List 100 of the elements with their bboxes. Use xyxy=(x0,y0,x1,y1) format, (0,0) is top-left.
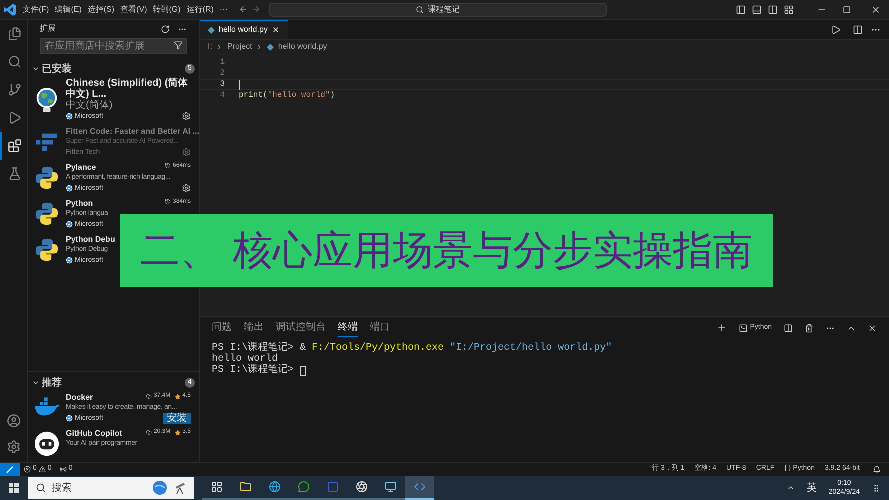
warning-icon xyxy=(38,466,46,473)
python-file-icon xyxy=(208,26,215,34)
close-icon[interactable] xyxy=(871,4,881,14)
sidebar-toggle-icon[interactable] xyxy=(736,4,746,14)
title-banner: 二、 核心应用场景与分步实操指南 xyxy=(120,214,773,287)
split-terminal-icon[interactable] xyxy=(784,324,793,332)
split-editor-icon[interactable] xyxy=(853,24,863,34)
text-cursor xyxy=(239,80,240,90)
play-icon xyxy=(8,111,22,125)
layout-icon[interactable] xyxy=(784,4,794,14)
remote-icon xyxy=(6,466,14,474)
panel-tab[interactable]: 端口 xyxy=(370,319,390,337)
close-icon[interactable] xyxy=(868,324,877,332)
menu-item[interactable]: 转到(G) xyxy=(150,4,184,16)
line-number: 3 xyxy=(219,78,225,90)
menu-item[interactable]: 选择(S) xyxy=(84,4,118,16)
panel-tab[interactable]: 终端 xyxy=(338,319,358,337)
branch-icon xyxy=(8,83,22,97)
notifications-icon[interactable] xyxy=(873,466,881,474)
refresh-icon[interactable] xyxy=(161,24,170,34)
menu-item[interactable]: 查看(V) xyxy=(118,4,150,16)
cloud-download-icon xyxy=(146,430,152,436)
python-icon xyxy=(35,166,59,190)
ime-indicator[interactable]: 英 xyxy=(806,480,817,496)
files-icon xyxy=(8,27,22,41)
app-icon xyxy=(326,481,338,493)
panel-tab[interactable]: 调试控制台 xyxy=(276,319,326,337)
line-number: 1 xyxy=(219,56,225,68)
folder-icon xyxy=(240,481,252,493)
notification-center-icon[interactable] xyxy=(872,484,881,492)
back-icon[interactable] xyxy=(238,5,248,14)
breadcrumb[interactable]: I: xyxy=(208,41,212,53)
extension-name[interactable]: Docker xyxy=(66,392,94,403)
install-button[interactable]: 安装 xyxy=(163,413,191,424)
extension-name[interactable]: Python xyxy=(66,198,94,209)
start-icon[interactable] xyxy=(9,483,19,493)
tray-expand-icon[interactable] xyxy=(786,484,795,492)
ports-icon xyxy=(60,466,67,473)
editor-logo-icon xyxy=(4,4,16,16)
section-title[interactable]: 已安装 xyxy=(42,64,185,74)
code-editor-icon xyxy=(414,481,426,493)
maximize-icon[interactable] xyxy=(843,6,851,14)
chevron-icon[interactable] xyxy=(32,379,40,387)
breadcrumb[interactable]: Project xyxy=(227,41,252,53)
globe-icon xyxy=(152,480,168,496)
section-title[interactable]: 推荐 xyxy=(42,378,185,388)
search-icon xyxy=(416,6,424,14)
chevron-icon[interactable] xyxy=(32,65,40,73)
menu-item[interactable]: 编辑(E) xyxy=(52,4,85,16)
telescope-icon xyxy=(174,481,186,495)
trash-icon[interactable] xyxy=(805,324,814,332)
sidebar-title: 扩展 xyxy=(40,23,57,35)
extension-name[interactable]: GitHub Copilot xyxy=(66,428,122,439)
remote-button[interactable] xyxy=(0,463,20,476)
menu-item[interactable]: 文件(F) xyxy=(20,4,52,16)
search-field[interactable]: 在应用商店中搜索扩展 xyxy=(40,38,187,54)
line-number: 4 xyxy=(219,90,225,102)
panel-tab[interactable]: 问题 xyxy=(212,319,232,337)
history-icon xyxy=(164,199,171,205)
editor-tab[interactable]: hello world.py xyxy=(200,20,288,39)
star-icon xyxy=(174,394,181,400)
panel-tab[interactable]: 输出 xyxy=(244,319,264,337)
taskbar-search-field[interactable]: 搜索 xyxy=(28,477,194,499)
settings-icon[interactable] xyxy=(182,184,191,193)
extension-name[interactable]: Pylance xyxy=(66,162,96,173)
search-icon xyxy=(36,483,46,493)
taskbar-app[interactable] xyxy=(405,476,434,500)
close-icon[interactable] xyxy=(272,26,280,34)
extensions-icon xyxy=(8,139,22,153)
star-icon xyxy=(174,430,181,436)
chevron-icon xyxy=(216,44,224,50)
terminal-line: PS I:\课程笔记> xyxy=(212,365,296,376)
history-icon xyxy=(164,163,171,169)
monitor-icon xyxy=(384,481,396,493)
search-icon xyxy=(8,55,22,69)
flask-icon xyxy=(8,167,22,181)
menu-item[interactable]: ··· xyxy=(216,4,231,16)
menu-item[interactable]: 运行(R) xyxy=(184,4,217,16)
task-view-icon xyxy=(210,481,222,493)
terminal-line: hello world xyxy=(212,354,278,365)
line-number: 2 xyxy=(219,68,225,80)
blocks-logo-icon xyxy=(35,132,59,152)
split-layout-icon[interactable] xyxy=(768,4,778,14)
panel-toggle-icon[interactable] xyxy=(752,4,762,14)
chevron-icon xyxy=(256,44,264,50)
extension-description: 中文(简体) xyxy=(66,100,114,111)
run-icon[interactable] xyxy=(831,24,841,34)
settings-icon[interactable] xyxy=(6,440,20,454)
extension-name[interactable]: Chinese (Simplified) (简体中文) L... xyxy=(66,78,191,100)
cloud-download-icon xyxy=(146,394,152,400)
forward-icon[interactable] xyxy=(252,5,261,14)
account-icon[interactable] xyxy=(6,414,20,428)
filter-icon[interactable] xyxy=(174,41,183,50)
code-line: print("hello world") xyxy=(239,90,336,102)
settings-icon[interactable] xyxy=(182,112,191,121)
globe-icon xyxy=(35,87,59,113)
command-search-field[interactable]: 课程笔记 xyxy=(268,2,607,16)
extension-name[interactable]: Python Debu xyxy=(66,234,116,245)
breadcrumb[interactable]: hello world.py xyxy=(278,41,328,53)
new-terminal-icon[interactable] xyxy=(717,323,728,333)
